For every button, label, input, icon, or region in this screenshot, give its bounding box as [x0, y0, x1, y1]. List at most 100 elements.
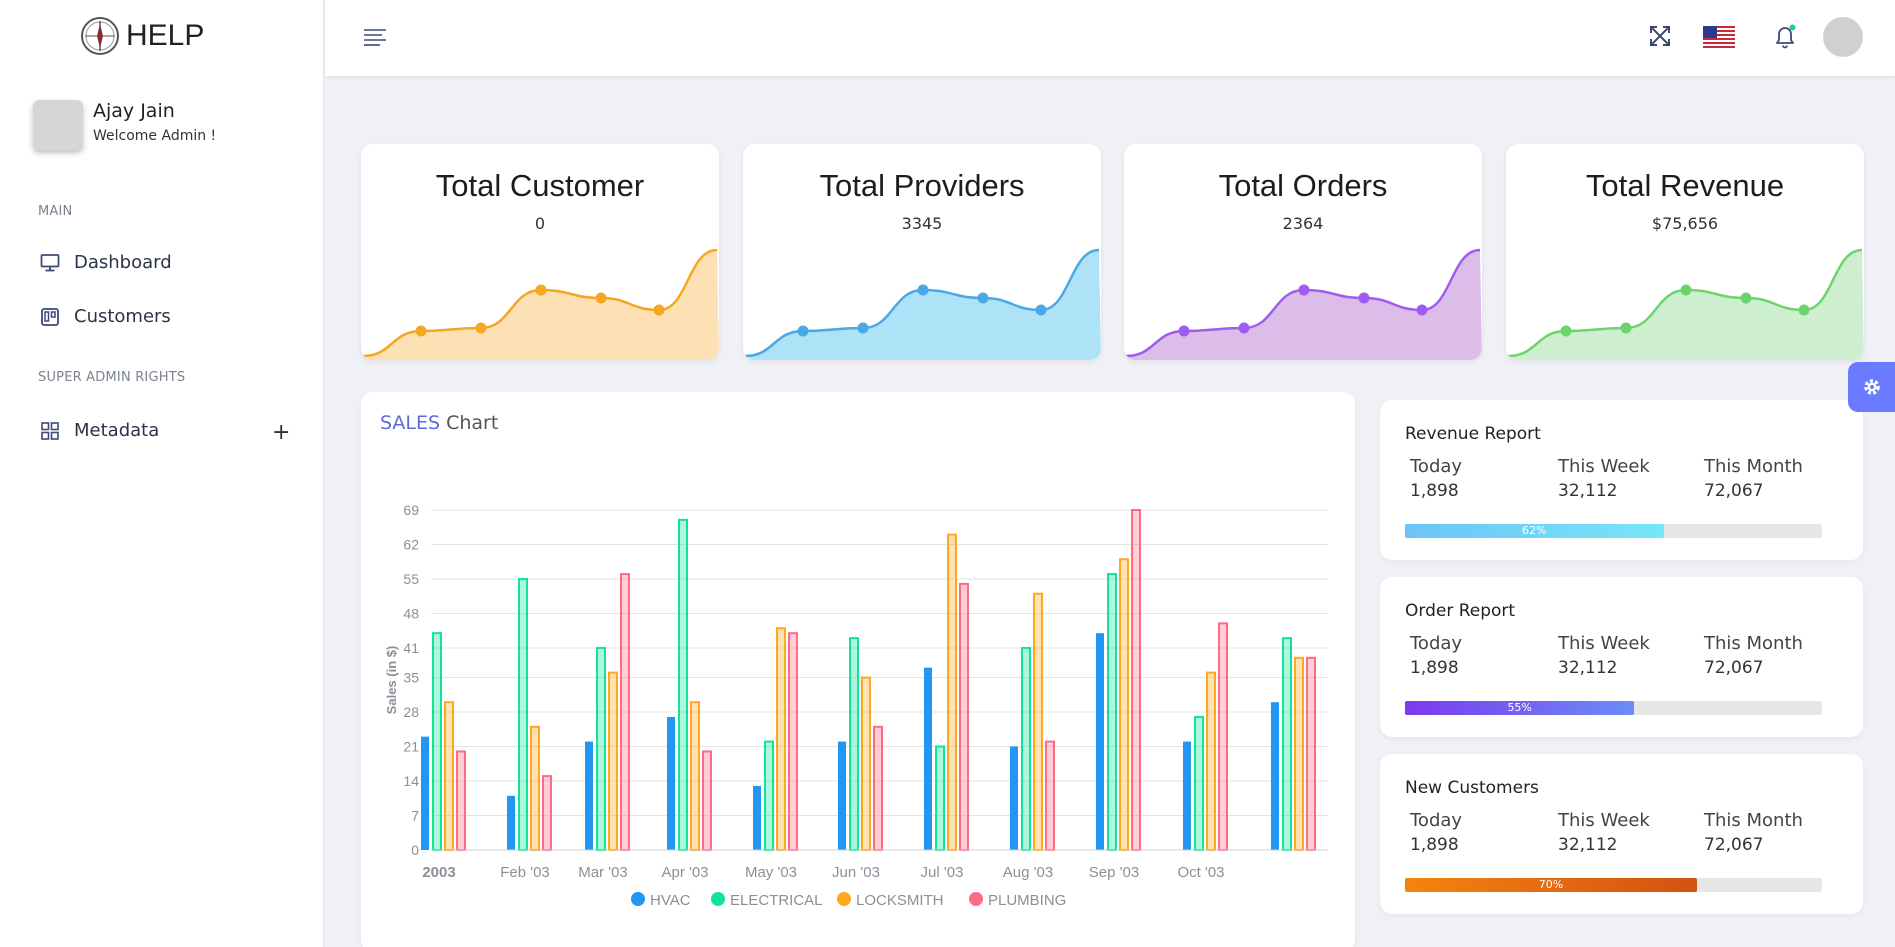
bar-hvac[interactable] [1096, 633, 1104, 850]
expand-metadata-button[interactable]: + [272, 420, 290, 445]
bar-locksmith[interactable] [1033, 592, 1043, 851]
sparkline-point [653, 304, 665, 316]
bar-electrical[interactable] [596, 646, 606, 851]
report-col-label: This Week [1558, 456, 1650, 477]
bar-electrical[interactable] [849, 637, 859, 851]
bar-electrical[interactable] [1021, 646, 1031, 851]
bar-plumbing[interactable] [620, 573, 630, 851]
sparkline-point [1178, 325, 1190, 337]
report-today: Today 1,898 [1410, 633, 1462, 678]
sparkline-point [1680, 284, 1692, 296]
bar-locksmith[interactable] [690, 701, 700, 851]
bar-electrical[interactable] [678, 518, 688, 851]
menu-toggle-button[interactable] [363, 28, 387, 52]
report-col-value: 32,112 [1558, 481, 1618, 501]
report-today: Today 1,898 [1410, 810, 1462, 855]
legend-label[interactable]: LOCKSMITH [856, 892, 944, 909]
gear-icon [1863, 379, 1880, 395]
stat-card-orders: Total Orders 2364 [1124, 144, 1482, 360]
bar-locksmith[interactable] [530, 725, 540, 851]
bar-locksmith[interactable] [776, 627, 786, 851]
legend-label[interactable]: ELECTRICAL [730, 892, 823, 909]
report-col-label: This Month [1704, 810, 1803, 831]
report-week: This Week 32,112 [1558, 810, 1650, 855]
progress-track: 70% [1405, 878, 1822, 892]
y-tick-label: 48 [403, 605, 419, 621]
bar-hvac[interactable] [1010, 746, 1018, 850]
bar-hvac[interactable] [585, 741, 593, 850]
bar-hvac[interactable] [924, 667, 932, 850]
bar-plumbing[interactable] [1218, 622, 1228, 851]
sidebar-item-metadata[interactable]: Metadata [40, 420, 159, 441]
bar-plumbing[interactable] [702, 750, 712, 852]
sparkline-point [857, 322, 869, 334]
bar-electrical[interactable] [764, 740, 774, 852]
report-today: Today 1,898 [1410, 456, 1462, 501]
sparkline-point [1416, 304, 1428, 316]
bar-plumbing[interactable] [788, 632, 798, 851]
sparkline-chart [1124, 248, 1482, 360]
bar-hvac[interactable] [753, 785, 761, 850]
sparkline-point [535, 284, 547, 296]
sparkline-chart [1506, 248, 1864, 360]
legend-marker [837, 892, 851, 906]
report-week: This Week 32,112 [1558, 633, 1650, 678]
bar-electrical[interactable] [935, 745, 945, 851]
sidebar-item-label: Metadata [74, 420, 160, 441]
bar-locksmith[interactable] [947, 533, 957, 851]
bar-plumbing[interactable] [1045, 740, 1055, 852]
fullscreen-button[interactable] [1648, 24, 1672, 52]
sparkline-point [475, 322, 487, 334]
sidebar-item-dashboard[interactable]: Dashboard [40, 252, 172, 273]
legend-label[interactable]: PLUMBING [988, 892, 1066, 909]
bar-locksmith[interactable] [1119, 558, 1129, 851]
bar-plumbing[interactable] [959, 582, 969, 851]
y-tick-label: 7 [411, 808, 419, 824]
bar-hvac[interactable] [667, 716, 675, 850]
chart-title: SALES Chart [380, 412, 498, 434]
bar-plumbing[interactable] [1306, 656, 1316, 851]
user-avatar[interactable] [1823, 17, 1863, 57]
us-flag-icon [1703, 26, 1735, 48]
y-tick-label: 0 [411, 842, 419, 858]
bar-plumbing[interactable] [873, 725, 883, 851]
bar-plumbing[interactable] [456, 750, 466, 852]
bar-electrical[interactable] [1194, 715, 1204, 851]
bar-plumbing[interactable] [542, 775, 552, 851]
bar-locksmith[interactable] [861, 676, 871, 851]
bar-hvac[interactable] [1183, 741, 1191, 850]
bar-electrical[interactable] [518, 577, 528, 851]
bar-locksmith[interactable] [1206, 671, 1216, 852]
fullscreen-icon [1650, 26, 1670, 46]
language-selector[interactable] [1703, 26, 1735, 52]
settings-tab-button[interactable] [1848, 362, 1895, 412]
x-tick-label: Mar '03 [578, 864, 628, 881]
legend-label[interactable]: HVAC [650, 892, 691, 909]
bar-locksmith[interactable] [444, 701, 454, 851]
chart-title-highlight: SALES [380, 412, 441, 434]
bar-electrical[interactable] [1107, 573, 1117, 851]
y-tick-label: 41 [403, 640, 419, 656]
bar-hvac[interactable] [507, 795, 515, 850]
brand-logo[interactable]: HELP [80, 16, 204, 56]
bar-electrical[interactable] [1282, 637, 1292, 851]
progress-bar: 62% [1405, 524, 1664, 538]
sidebar-item-customers[interactable]: Customers [40, 306, 171, 327]
x-tick-label: Feb '03 [500, 864, 550, 881]
bar-locksmith[interactable] [1294, 656, 1304, 851]
bar-hvac[interactable] [421, 736, 429, 850]
sidebar: HELP Ajay Jain Welcome Admin ! MAIN Dash… [0, 0, 324, 947]
bar-hvac[interactable] [838, 741, 846, 850]
sparkline-point [1798, 304, 1810, 316]
bar-plumbing[interactable] [1131, 509, 1141, 851]
x-tick-label: Apr '03 [661, 864, 708, 881]
report-col-label: This Week [1558, 810, 1650, 831]
notifications-button[interactable] [1772, 24, 1798, 54]
profile-avatar[interactable] [33, 100, 83, 150]
progress-track: 55% [1405, 701, 1822, 715]
stat-title: Total Customer [435, 168, 645, 203]
bar-locksmith[interactable] [608, 671, 618, 852]
bar-electrical[interactable] [432, 632, 442, 851]
bar-hvac[interactable] [1271, 702, 1279, 850]
report-col-label: This Month [1704, 456, 1803, 477]
